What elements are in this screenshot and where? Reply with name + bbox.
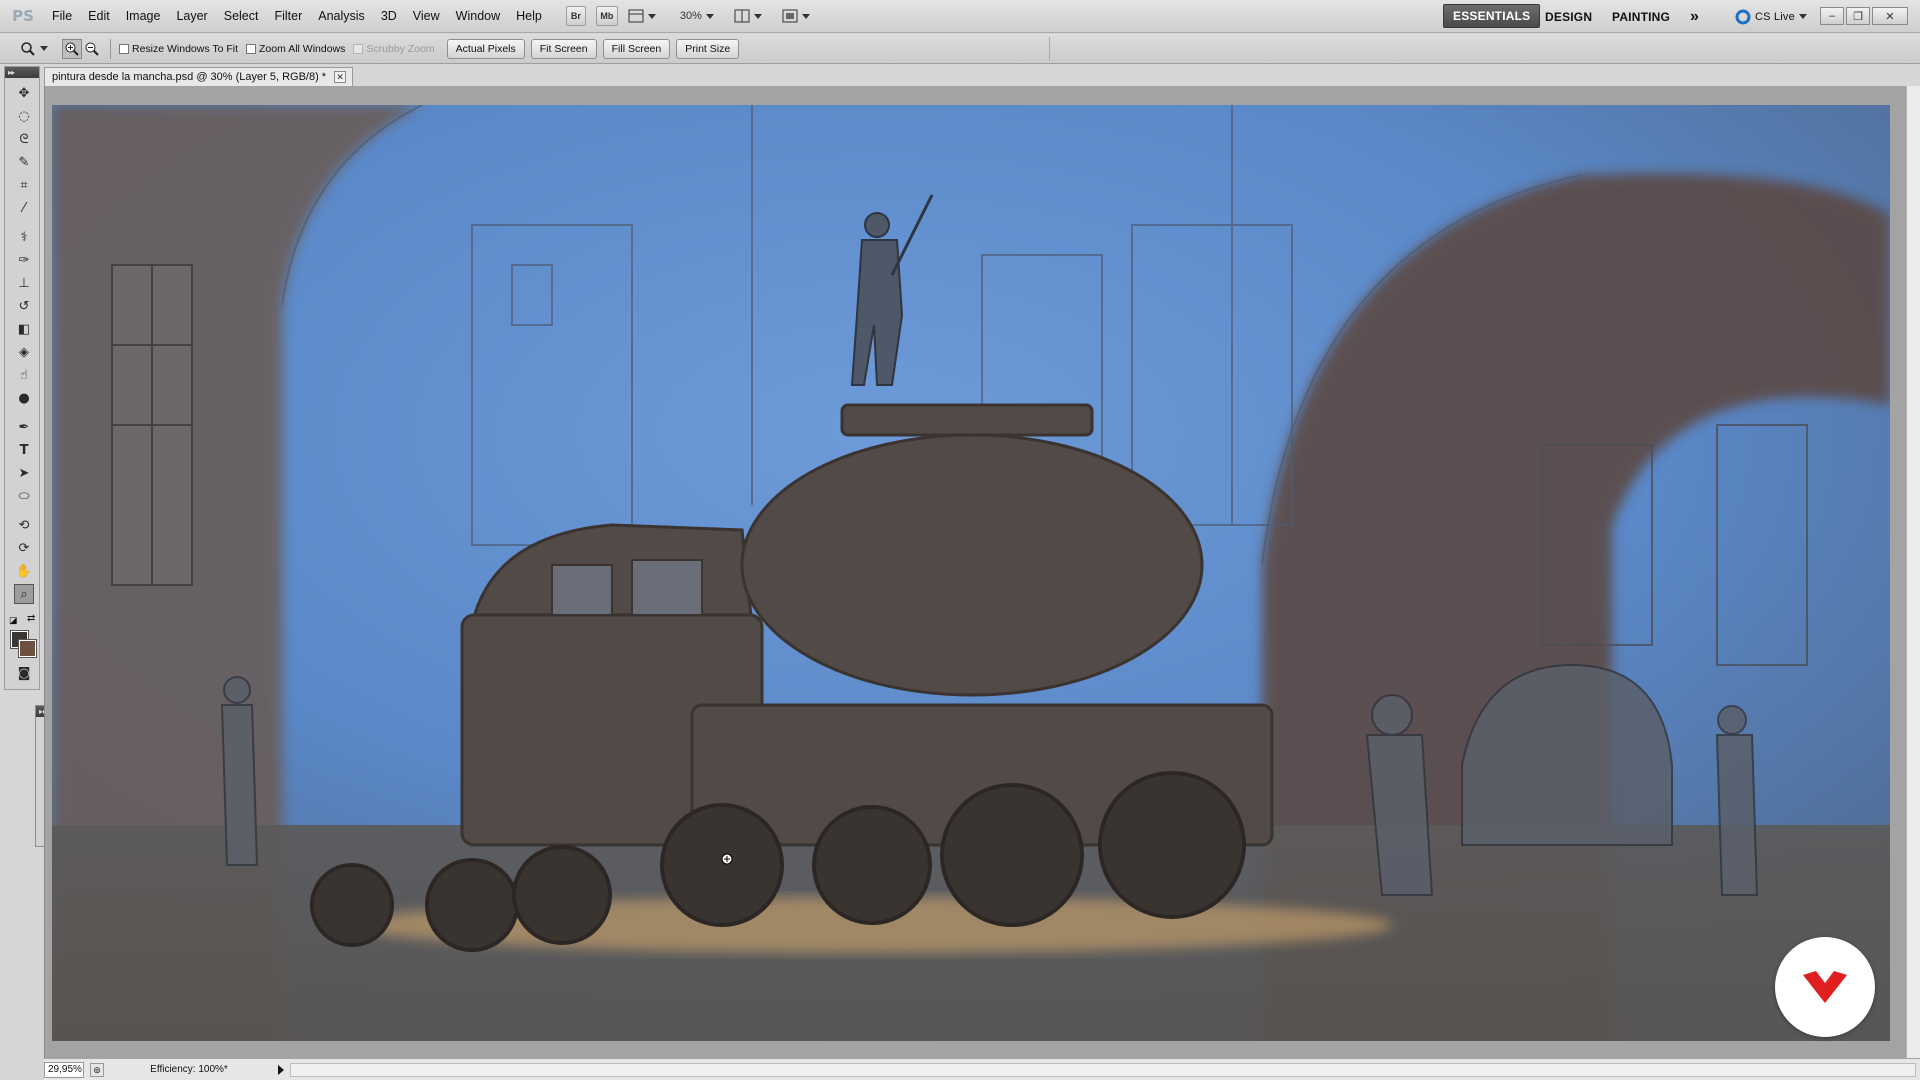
status-bar: 29,95% ⊚ Efficiency: 100%* [44,1058,1920,1080]
painting-artwork [52,105,1890,1041]
fill-screen-button[interactable]: Fill Screen [602,38,671,59]
resize-windows-label: Resize Windows To Fit [132,42,239,55]
menu-bar: PS File Edit Image Layer Select Filter A… [0,0,1920,33]
actual-pixels-button[interactable]: Actual Pixels [446,38,525,59]
document-canvas[interactable] [52,105,1890,1041]
zoom-all-windows-label: Zoom All Windows [259,42,346,55]
zoom-cursor-icon [721,853,733,865]
vertical-scrollbar[interactable] [1906,86,1920,1060]
efficiency-status: Efficiency: 100%* [150,1064,228,1075]
menu-file[interactable]: File [44,0,80,33]
fit-screen-button[interactable]: Fit Screen [530,38,597,59]
grid-icon [628,9,644,23]
menu-filter[interactable]: Filter [266,0,310,33]
arrange-icon [734,9,750,23]
photoshop-logo: PS [12,7,34,25]
tools-panel-header[interactable]: ▸▸ [5,67,39,78]
zoom-icon[interactable]: ⌕ [14,584,34,604]
options-bar: Resize Windows To Fit Zoom All Windows S… [0,34,1920,64]
workspace-more-chevron-icon[interactable]: » [1690,0,1699,33]
status-menu-arrow-icon[interactable] [278,1064,284,1075]
menu-layer[interactable]: Layer [168,0,215,33]
document-tab-title: pintura desde la mancha.psd @ 30% (Layer… [52,71,327,83]
close-tab-icon[interactable]: ✕ [334,71,347,83]
history-brush-icon[interactable]: ↺ [14,296,34,316]
workspace-design[interactable]: DESIGN [1545,0,1592,33]
main-menu: File Edit Image Layer Select Filter Anal… [44,0,550,33]
3d-rotate-icon[interactable]: ⟲ [14,515,34,535]
restore-button[interactable]: ❐ [1846,7,1870,25]
menu-image[interactable]: Image [118,0,169,33]
zoom-in-icon [65,42,79,56]
swap-colors-icon[interactable]: ⇄ [27,613,35,624]
background-color-swatch[interactable] [18,639,37,658]
menu-window[interactable]: Window [448,0,508,33]
zoom-in-button[interactable] [62,38,82,59]
menu-analysis[interactable]: Analysis [310,0,373,33]
zoom-tool-icon [21,41,35,56]
menu-view[interactable]: View [405,0,448,33]
resize-windows-checkbox[interactable]: Resize Windows To Fit [119,43,238,55]
menu-select[interactable]: Select [216,0,267,33]
quick-mask-icon[interactable]: ◙ [14,663,34,683]
dodge-icon[interactable]: ● [14,388,34,408]
3d-orbit-icon[interactable]: ⟳ [14,538,34,558]
hand-icon[interactable]: ✋ [14,561,34,581]
zoom-level-dropdown[interactable]: 30% [680,10,714,22]
move-icon[interactable]: ✥ [14,83,34,103]
eyedropper-icon[interactable]: ⁄ [14,198,34,218]
smudge-icon[interactable]: ☝ [14,365,34,385]
minimize-button[interactable]: – [1820,7,1844,25]
path-select-icon[interactable]: ➤ [14,463,34,483]
menu-help[interactable]: Help [508,0,550,33]
horizontal-scrollbar[interactable] [290,1062,1916,1077]
ellipse-icon[interactable]: ⬭ [14,486,34,506]
screen-mode-dropdown[interactable] [782,9,810,23]
crop-icon[interactable]: ⌗ [14,175,34,195]
bridge-button[interactable]: Br [565,6,586,26]
eraser-icon[interactable]: ◧ [14,319,34,339]
cs-live-label: CS Live [1755,10,1795,23]
lasso-icon[interactable]: ᘓ [14,129,34,149]
options-end-divider [1049,36,1051,61]
zoom-level-value: 30% [679,10,702,22]
close-window-button[interactable]: ✕ [1872,7,1908,25]
zoom-all-windows-checkbox[interactable]: Zoom All Windows [246,43,345,55]
paint-bucket-icon[interactable]: ◈ [14,342,34,362]
marquee-icon[interactable]: ◌ [14,106,34,126]
quick-select-icon[interactable]: ✎ [14,152,34,172]
cs-live-icon [1735,9,1751,24]
tools-panel: ▸▸ ✥ ◌ ᘓ ✎ ⌗ ⁄ ⚕ ✑ ⊥ ↺ ◧ ◈ ☝ ● ✒ T ➤ ⬭ ⟲… [4,66,40,690]
view-extras-dropdown[interactable] [628,9,656,23]
default-colors-icon[interactable]: ◪ [9,615,18,626]
tool-preset-picker[interactable] [20,41,48,57]
zoom-out-icon [85,42,99,56]
cs-live-menu[interactable]: CS Live [1735,0,1807,33]
workspace-essentials[interactable]: ESSENTIALS [1443,4,1541,28]
status-info-icon[interactable]: ⊚ [90,1062,104,1077]
brand-logo-badge [1775,937,1875,1037]
mini-bridge-button[interactable]: Mb [595,6,618,26]
menu-edit[interactable]: Edit [80,0,118,33]
screen-mode-icon [782,9,798,23]
application-bar: Br Mb 30% [565,6,810,26]
brand-logo-icon [1803,971,1847,1003]
window-controls: – ❐ ✕ [1820,7,1908,25]
type-icon[interactable]: T [14,440,34,460]
options-divider [110,38,111,59]
clone-stamp-icon[interactable]: ⊥ [14,273,34,293]
scrubby-zoom-label: Scrubby Zoom [366,42,435,55]
pen-icon[interactable]: ✒ [14,417,34,437]
zoom-percentage-field[interactable]: 29,95% [44,1061,84,1078]
menu-3d[interactable]: 3D [373,0,405,33]
scrubby-zoom-checkbox[interactable]: Scrubby Zoom [353,42,435,55]
zoom-out-button[interactable] [84,41,100,57]
workspace-painting[interactable]: PAINTING [1612,0,1670,33]
healing-icon[interactable]: ⚕ [14,227,34,247]
brush-icon[interactable]: ✑ [14,250,34,270]
arrange-documents-dropdown[interactable] [734,9,762,23]
document-tab[interactable]: pintura desde la mancha.psd @ 30% (Layer… [44,67,354,86]
print-size-button[interactable]: Print Size [676,38,740,59]
